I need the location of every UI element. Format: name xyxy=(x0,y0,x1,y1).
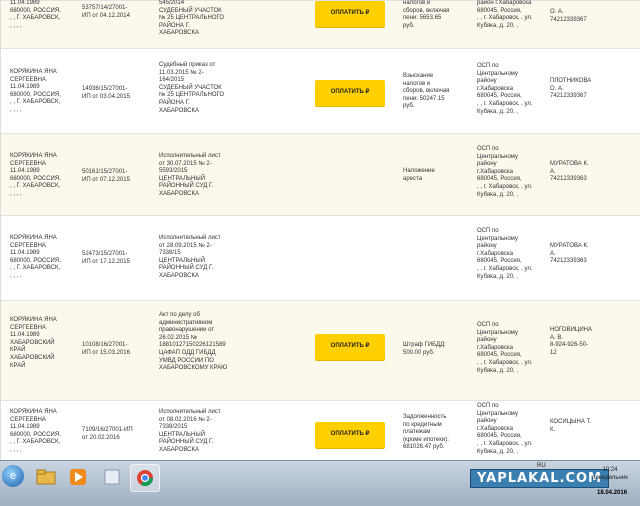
media-player-icon[interactable] xyxy=(64,464,92,490)
department-cell: ОСП по Центральному району г.Хабаровска … xyxy=(477,403,533,455)
subject-cell: Наложение ареста xyxy=(403,168,435,182)
department-cell: ОСП по Центральному району г.Хабаровска … xyxy=(477,63,533,115)
officer-cell: МУРАТОВА К. А. 74212339363 xyxy=(550,243,589,265)
document-cell: Исполнительный лист от 08.02.2016 № 2- 7… xyxy=(159,409,221,453)
table-row: 11.04.1989 680000, РОССИЯ, , , Г. ХАБАРО… xyxy=(1,0,640,48)
officer-cell: КОСИЦЫНА Т. К. xyxy=(550,419,592,433)
table-row: КОРЯКИНА ЯНА СЕРГЕЕВНА 11.04.1989 ХАБАРО… xyxy=(1,300,640,400)
document-cell: Судебный приказ от 11.03.2015 № 2- 164/2… xyxy=(159,62,225,114)
debtor-cell: КОРЯКИНА ЯНА СЕРГЕЕВНА 11.04.1989 680000… xyxy=(10,235,61,279)
subject-cell: Задолженность по кредитным платежам (кро… xyxy=(403,414,449,451)
pay-button[interactable]: ОПЛАТИТЬ ₽ xyxy=(315,1,385,27)
windows-taskbar: e YAPLAKAL.COM RU 10:24 понедельник 18.0… xyxy=(0,460,640,506)
debtor-cell: КОРЯКИНА ЯНА СЕРГЕЕВНА 11.04.1989 ХАБАРО… xyxy=(10,317,57,369)
officer-cell: ПЛОТНИКОВА О. А. 74212339367 xyxy=(550,78,592,100)
case-number-cell: 7109/16/27001-ИП от 20.02.2016 xyxy=(82,427,133,441)
fssp-debt-table: 11.04.1989 680000, РОССИЯ, , , Г. ХАБАРО… xyxy=(0,0,640,460)
department-cell: ОСП по Центральному району г.Хабаровска … xyxy=(477,228,533,280)
subject-cell: Взыскание налогов и сборов, включая пени… xyxy=(403,73,450,110)
document-cell: Акт по делу об административном правонар… xyxy=(159,312,228,372)
table-row: КОРЯКИНА ЯНА СЕРГЕЕВНА 11.04.1989 680000… xyxy=(1,400,640,460)
debtor-cell: КОРЯКИНА ЯНА СЕРГЕЕВНА 11.04.1989 680000… xyxy=(10,153,61,197)
subject-cell: налогов и сборов, включая пени: 5653.65 … xyxy=(403,0,450,29)
subject-cell: Штраф ГИБДД: 500.00 руб. xyxy=(403,342,446,356)
folder-icon[interactable] xyxy=(32,464,60,490)
document-cell: Исполнительный лист от 30.07.2015 № 2- 5… xyxy=(159,153,221,197)
ie-icon[interactable]: e xyxy=(2,465,24,487)
pay-button[interactable]: ОПЛАТИТЬ ₽ xyxy=(315,422,385,448)
case-number-cell: 50161/15/27001- ИП от 07.12.2015 xyxy=(82,169,130,183)
document-cell: 545/2014 СУДЕБНЫЙ УЧАСТОК № 25 ЦЕНТРАЛЬН… xyxy=(159,0,225,37)
language-indicator[interactable]: RU xyxy=(537,463,546,469)
case-number-cell: 53757/14/27001- ИП от 04.12.2014 xyxy=(82,5,130,19)
case-number-cell: 14936/15/27001- ИП от 03.04.2015 xyxy=(82,86,130,100)
document-cell: Исполнительный лист от 28.09.2015 № 2- 7… xyxy=(159,235,221,279)
officer-cell: МУРАТОВА К. А. 74212339363 xyxy=(550,161,589,183)
department-cell: ОСП по Центральному району г.Хабаровска … xyxy=(477,322,533,374)
clock-weekday: понедельник xyxy=(592,475,628,481)
debtor-cell: КОРЯКИНА ЯНА СЕРГЕЕВНА 11.04.1989 680000… xyxy=(10,409,61,453)
clock-date: 18.04.2016 xyxy=(597,490,628,496)
taskbar-slot[interactable] xyxy=(98,464,126,490)
table-row: КОРЯКИНА ЯНА СЕРГЕЕВНА 11.04.1989 680000… xyxy=(1,215,640,300)
officer-cell: О. А. 74212339367 xyxy=(550,9,587,23)
pay-button[interactable]: ОПЛАТИТЬ ₽ xyxy=(315,80,385,106)
table-row: КОРЯКИНА ЯНА СЕРГЕЕВНА 11.04.1989 680000… xyxy=(1,133,640,215)
clock[interactable]: 10:24 понедельник xyxy=(585,466,635,482)
department-cell: район г.Хабаровска 680045, Россия, , , г… xyxy=(477,0,533,29)
table-row: КОРЯКИНА ЯНА СЕРГЕЕВНА 11.04.1989 680000… xyxy=(1,48,640,133)
case-number-cell: 52473/15/27001- ИП от 17.12.2015 xyxy=(82,251,130,265)
officer-cell: НОГОВИЦИНА А. В. 8-924-926-50- 12 xyxy=(550,327,592,356)
clock-time: 10:24 xyxy=(602,467,618,473)
department-cell: ОСП по Центральному району г.Хабаровска … xyxy=(477,146,533,198)
debtor-cell: КОРЯКИНА ЯНА СЕРГЕЕВНА 11.04.1989 680000… xyxy=(10,69,61,113)
debtor-cell: 11.04.1989 680000, РОССИЯ, , , Г. ХАБАРО… xyxy=(10,0,61,29)
pay-button[interactable]: ОПЛАТИТЬ ₽ xyxy=(315,334,385,360)
chrome-icon[interactable] xyxy=(130,464,160,492)
case-number-cell: 10108/16/27001- ИП от 15.03.2016 xyxy=(82,342,130,356)
